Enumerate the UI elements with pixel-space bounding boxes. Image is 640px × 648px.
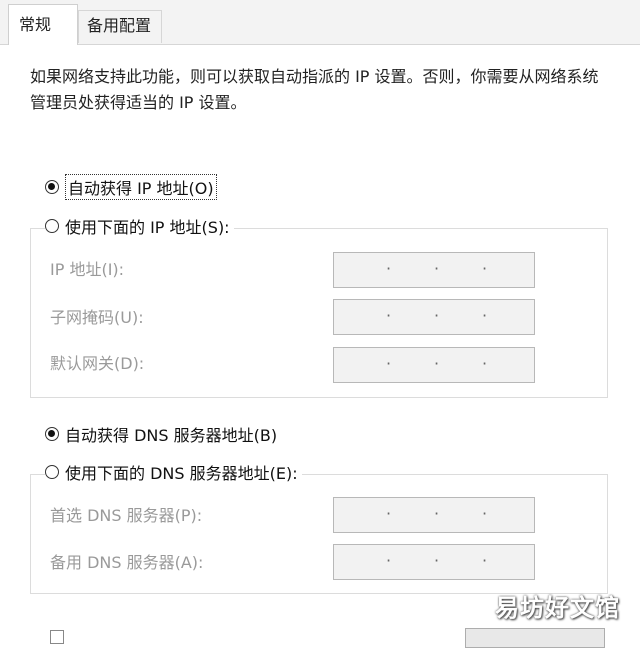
ip-dot: · (386, 551, 392, 570)
ip-dot: · (386, 259, 392, 278)
ip-dot: · (482, 354, 488, 373)
description-text: 如果网络支持此功能，则可以获取自动指派的 IP 设置。否则，你需要从网络系统管理… (30, 67, 599, 112)
preferred-dns-field[interactable]: · · · (333, 497, 535, 533)
ip-manual-label: 使用下面的 IP 地址(S): (65, 218, 230, 237)
ip-manual-radio[interactable]: 使用下面的 IP 地址(S): (45, 213, 234, 239)
ip-auto-radio[interactable]: 自动获得 IP 地址(O) (45, 174, 221, 200)
ip-address-field[interactable]: · · · (333, 252, 535, 288)
ip-dot: · (482, 504, 488, 523)
alternate-dns-label: 备用 DNS 服务器(A): (50, 553, 204, 572)
subnet-mask-label: 子网掩码(U): (50, 308, 144, 327)
watermark: 易坊好文馆 (495, 594, 620, 622)
dns-manual-label: 使用下面的 DNS 服务器地址(E): (65, 464, 298, 483)
ip-dot: · (434, 551, 440, 570)
ip-dot: · (482, 306, 488, 325)
subnet-mask-field[interactable]: · · · (333, 299, 535, 335)
ip-dot: · (482, 259, 488, 278)
ip-dot: · (434, 354, 440, 373)
ip-auto-label: 自动获得 IP 地址(O) (65, 174, 217, 200)
ip-dot: · (386, 504, 392, 523)
preferred-dns-label: 首选 DNS 服务器(P): (50, 506, 203, 525)
ip-address-label: IP 地址(I): (50, 260, 125, 279)
radio-checked-icon (45, 427, 59, 441)
dns-manual-radio[interactable]: 使用下面的 DNS 服务器地址(E): (45, 459, 302, 485)
default-gateway-field[interactable]: · · · (333, 347, 535, 383)
ip-dot: · (482, 551, 488, 570)
default-gateway-label: 默认网关(D): (50, 354, 145, 373)
ip-dot: · (434, 306, 440, 325)
alternate-dns-field[interactable]: · · · (333, 544, 535, 580)
radio-unchecked-icon (45, 465, 59, 479)
ip-dot: · (434, 259, 440, 278)
advanced-button[interactable] (465, 628, 605, 648)
validate-on-exit-checkbox[interactable] (50, 630, 64, 644)
radio-unchecked-icon (45, 219, 59, 233)
dns-auto-label: 自动获得 DNS 服务器地址(B) (65, 426, 278, 445)
tab-alternate-configuration[interactable]: 备用配置 (78, 10, 162, 43)
ip-dot: · (386, 306, 392, 325)
ip-dot: · (434, 504, 440, 523)
ip-dot: · (386, 354, 392, 373)
radio-checked-icon (45, 180, 59, 194)
dns-auto-radio[interactable]: 自动获得 DNS 服务器地址(B) (45, 421, 282, 447)
tab-strip: 备用配置 常规 (0, 0, 640, 45)
tab-general[interactable]: 常规 (8, 4, 78, 45)
